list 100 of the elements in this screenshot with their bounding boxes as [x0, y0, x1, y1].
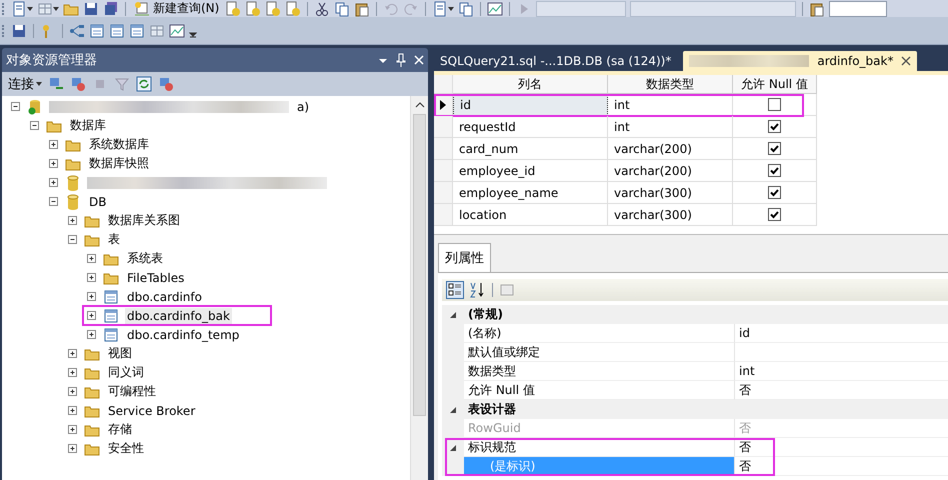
tree-item[interactable]: 安全性: [106, 439, 146, 458]
tree-item[interactable]: 同义词: [106, 363, 146, 382]
collapse-icon[interactable]: [29, 120, 40, 131]
categorized-icon[interactable]: [446, 281, 464, 299]
chart-icon[interactable]: [487, 0, 504, 16]
refresh-icon[interactable]: [136, 76, 152, 92]
cut-icon[interactable]: [314, 0, 330, 16]
table-cell[interactable]: employee_id: [453, 160, 608, 182]
copy-icon[interactable]: [334, 0, 350, 16]
table-cell[interactable]: requestId: [453, 116, 608, 138]
tree-item[interactable]: Service Broker: [106, 402, 198, 418]
tree-item[interactable]: 数据库关系图: [106, 211, 182, 230]
checked-checkbox[interactable]: [768, 120, 781, 133]
property-value[interactable]: 否: [734, 438, 948, 457]
collapse-icon[interactable]: [67, 234, 78, 245]
expand-icon[interactable]: [86, 329, 97, 340]
collapse-icon[interactable]: [449, 310, 457, 318]
expand-icon[interactable]: [67, 348, 78, 359]
property-value[interactable]: int: [734, 362, 948, 381]
database-document-icon[interactable]: [285, 0, 302, 16]
expand-icon[interactable]: [86, 272, 97, 283]
table-cell[interactable]: varchar(200): [608, 160, 733, 182]
tree-item[interactable]: dbo.cardinfo_bak: [125, 308, 232, 324]
table-cell[interactable]: location: [453, 204, 608, 226]
expand-icon[interactable]: [48, 158, 59, 169]
tree-item[interactable]: 系统数据库: [87, 135, 151, 154]
scrollbar-thumb[interactable]: [413, 114, 426, 416]
tree-item[interactable]: 数据库快照: [87, 154, 151, 173]
tree-item[interactable]: FileTables: [125, 270, 186, 286]
tree-item[interactable]: 可编程性: [106, 382, 158, 401]
property-name[interactable]: (名称): [464, 324, 734, 343]
search-field[interactable]: [829, 0, 888, 16]
new-query-button[interactable]: 新建查询(N): [132, 0, 222, 17]
tree-item[interactable]: DB: [87, 194, 108, 210]
expand-icon[interactable]: [67, 386, 78, 397]
properties-tab[interactable]: 列属性: [438, 243, 491, 272]
table-cell[interactable]: employee_name: [453, 182, 608, 204]
expand-icon[interactable]: [86, 253, 97, 264]
collapse-icon[interactable]: [48, 196, 59, 207]
sort-alphabetical-icon[interactable]: [468, 281, 486, 299]
database-document-icon[interactable]: [225, 0, 242, 16]
expand-icon[interactable]: [86, 291, 97, 302]
document-icon[interactable]: [432, 0, 448, 16]
tree-item[interactable]: a): [295, 98, 312, 114]
dropdown-field[interactable]: [630, 0, 796, 16]
table-icon[interactable]: [89, 22, 105, 38]
expand-icon[interactable]: [67, 424, 78, 435]
table-icon[interactable]: [109, 22, 125, 38]
table-cell[interactable]: card_num: [453, 138, 608, 160]
table-cell[interactable]: varchar(200): [608, 138, 733, 160]
tree-item[interactable]: dbo.cardinfo_temp: [125, 326, 242, 342]
connect-icon[interactable]: [48, 76, 64, 92]
checked-checkbox[interactable]: [768, 164, 781, 177]
scroll-up-icon[interactable]: [414, 100, 424, 110]
scrollbar[interactable]: [410, 96, 428, 480]
property-name[interactable]: 数据类型: [464, 362, 734, 381]
save-icon[interactable]: [11, 22, 27, 38]
chart-icon[interactable]: [169, 22, 185, 38]
dropdown-field[interactable]: [536, 0, 626, 16]
paste-icon[interactable]: [354, 0, 370, 16]
tree-item[interactable]: 存储: [106, 420, 134, 439]
connect-button[interactable]: 连接: [8, 75, 42, 93]
document-icon[interactable]: [11, 0, 27, 16]
caret-icon[interactable]: [448, 6, 454, 10]
expand-icon[interactable]: [48, 177, 59, 188]
paste-icon[interactable]: [809, 0, 826, 16]
table-cell[interactable]: varchar(300): [608, 204, 733, 226]
save-icon[interactable]: [83, 0, 99, 16]
document-tab[interactable]: ardinfo_bak*: [683, 51, 918, 71]
table-icon[interactable]: [129, 22, 145, 38]
expand-icon[interactable]: [48, 139, 59, 150]
save-all-icon[interactable]: [103, 0, 119, 16]
database-document-icon[interactable]: [265, 0, 282, 16]
expand-icon[interactable]: [67, 405, 78, 416]
document-tab[interactable]: SQLQuery21.sql -...1DB.DB (sa (124))*: [434, 51, 678, 71]
property-value[interactable]: id: [734, 324, 948, 343]
table-cell[interactable]: varchar(300): [608, 182, 733, 204]
checked-checkbox[interactable]: [768, 208, 781, 221]
property-value[interactable]: 否: [734, 381, 948, 400]
tree-item[interactable]: 系统表: [125, 249, 165, 268]
collapse-icon[interactable]: [10, 101, 21, 112]
tree-item[interactable]: dbo.cardinfo: [125, 288, 204, 304]
property-name[interactable]: 允许 Null 值: [464, 381, 734, 400]
database-document-icon[interactable]: [245, 0, 262, 16]
table-cell[interactable]: int: [608, 116, 733, 138]
collapse-icon[interactable]: [449, 406, 457, 414]
property-name[interactable]: 默认值或绑定: [464, 343, 734, 362]
expand-icon[interactable]: [67, 215, 78, 226]
caret-icon[interactable]: [53, 6, 59, 10]
property-value[interactable]: 否: [734, 457, 948, 476]
checked-checkbox[interactable]: [768, 142, 781, 155]
expand-icon[interactable]: [67, 367, 78, 378]
checked-checkbox[interactable]: [768, 186, 781, 199]
table-cell[interactable]: int: [608, 94, 733, 116]
tree-item[interactable]: 数据库: [68, 116, 108, 135]
expand-icon[interactable]: [86, 310, 97, 321]
collapse-icon[interactable]: [449, 444, 457, 452]
expand-icon[interactable]: [67, 443, 78, 454]
checkbox[interactable]: [768, 98, 781, 111]
caret-icon[interactable]: [27, 6, 33, 10]
